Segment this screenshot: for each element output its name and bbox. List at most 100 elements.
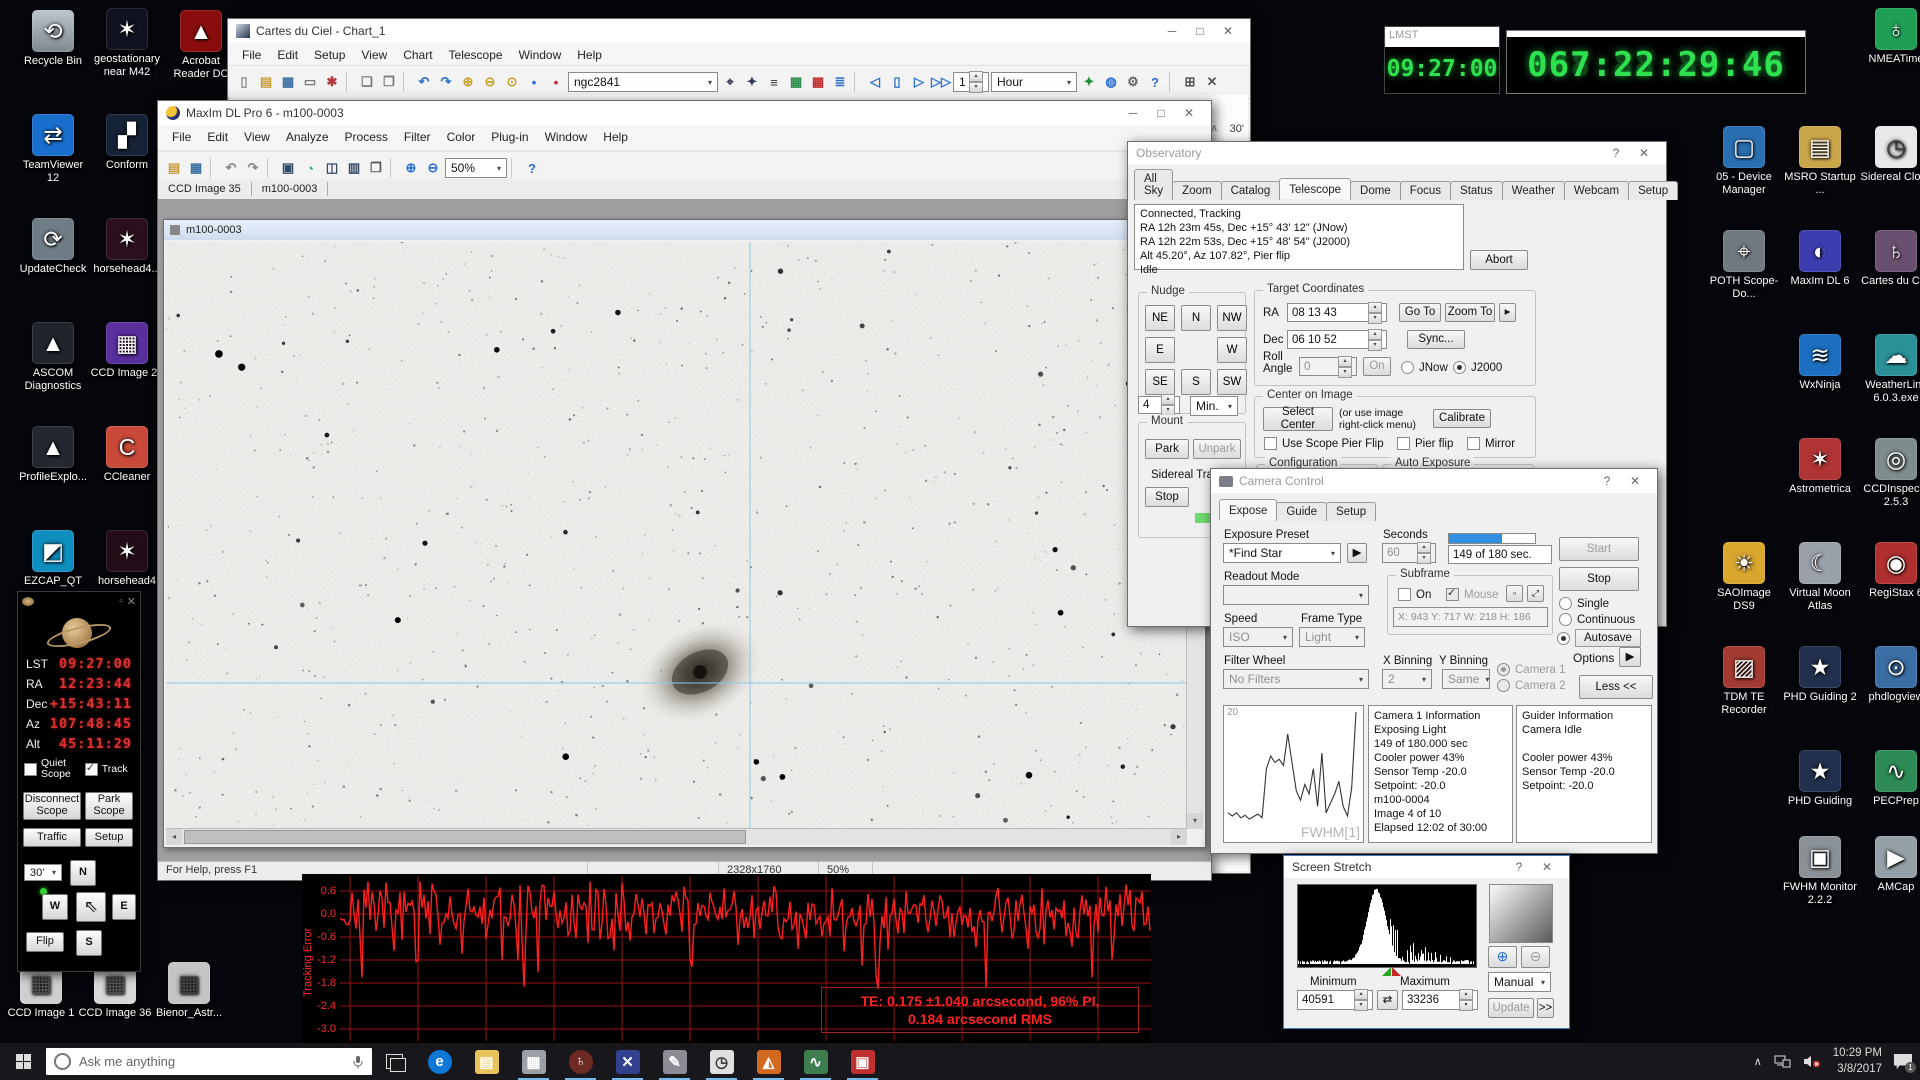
menu-telescope[interactable]: Telescope	[441, 46, 511, 64]
chevron-down-icon[interactable]: ▾	[1061, 78, 1071, 87]
panel-left-icon[interactable]: ❏	[357, 72, 377, 92]
zoom-select[interactable]: 50% ▾	[445, 158, 507, 178]
config-icon[interactable]: ⚙	[1123, 72, 1143, 92]
nudge-unit-select[interactable]: Min. ▾	[1190, 396, 1238, 416]
desktop-icon-profileexplo[interactable]: ▲ProfileExplo...	[16, 426, 90, 484]
minimize-button[interactable]: ─	[1158, 24, 1186, 38]
speed-select[interactable]: ISO▾	[1223, 627, 1293, 647]
taskbar-app-pecprep[interactable]: ∿	[792, 1043, 839, 1080]
tab-status[interactable]: Status	[1450, 181, 1503, 200]
dec-spinner[interactable]: ▴▾	[1368, 329, 1382, 351]
task-view-button[interactable]	[372, 1043, 416, 1080]
desktop-icon-phd-guiding[interactable]: ★PHD Guiding	[1783, 750, 1857, 808]
help-button[interactable]: ?	[1602, 146, 1630, 160]
histogram[interactable]	[1297, 884, 1477, 968]
ra-spinner[interactable]: ▴▾	[1368, 302, 1382, 324]
unpark-button[interactable]: Unpark	[1193, 439, 1241, 459]
tab-weather[interactable]: Weather	[1502, 181, 1565, 200]
desktop-icon-phdlogview[interactable]: ⊙phdlogview	[1859, 646, 1920, 704]
save-icon[interactable]: ▦	[278, 72, 298, 92]
menu-window[interactable]: Window	[511, 46, 570, 64]
close-button[interactable]: ✕	[1621, 474, 1649, 488]
options-expand-button[interactable]: ▶	[1619, 647, 1641, 667]
time-unit-select[interactable]: Hour ▾	[991, 72, 1077, 92]
desktop-icon-phd-guiding-2[interactable]: ★PHD Guiding 2	[1783, 646, 1857, 704]
swap-button[interactable]: ⇄	[1377, 990, 1398, 1010]
disconnect-scope-button[interactable]: Disconnect Scope	[23, 792, 81, 820]
calibrate-button[interactable]: Calibrate	[1433, 409, 1491, 428]
desktop-icon-virtual-moon-atlas[interactable]: ☾Virtual Moon Atlas	[1783, 542, 1857, 613]
image-tab[interactable]: m100-0003	[252, 182, 329, 196]
desktop-icon-teamviewer-12[interactable]: ⇄TeamViewer 12	[16, 114, 90, 185]
ephemerides-icon[interactable]: ≣	[830, 72, 850, 92]
stop-button[interactable]: Stop	[1559, 567, 1639, 591]
screen-stretch-titlebar[interactable]: Screen Stretch ? ✕	[1284, 856, 1569, 878]
desktop-icon-weatherlink-6-0-3-exe[interactable]: ☁WeatherLink 6.0.3.exe	[1859, 334, 1920, 405]
histogram-max-marker[interactable]	[1392, 967, 1401, 976]
slew-south-button[interactable]: S	[76, 930, 102, 956]
scope-panel-titlebar[interactable]: ▫ ✕	[18, 592, 140, 610]
observatory-titlebar[interactable]: Observatory ? ✕	[1128, 142, 1666, 164]
nudge-w-button[interactable]: W	[1217, 337, 1247, 363]
undo-icon[interactable]: ↶	[221, 158, 241, 178]
x-binning-select[interactable]: 2▾	[1382, 669, 1432, 689]
nudge-rate-field[interactable]: 4 ▴▾	[1138, 396, 1180, 414]
menu-analyze[interactable]: Analyze	[278, 128, 337, 146]
tab-telescope[interactable]: Telescope	[1279, 178, 1351, 199]
less-button[interactable]: Less <<	[1579, 675, 1653, 699]
chevron-down-icon[interactable]: ▾	[491, 164, 501, 173]
dual-view-icon[interactable]: ◫	[322, 158, 342, 178]
object-list-icon[interactable]: ≡	[764, 72, 784, 92]
zoomto-button[interactable]: Zoom To	[1445, 303, 1495, 322]
redo-icon[interactable]: ↷	[436, 72, 456, 92]
roll-spinner[interactable]: ▴▾	[1338, 356, 1352, 378]
help-button[interactable]: ?	[1505, 860, 1533, 874]
tray-clock[interactable]: 10:29 PM 3/8/2017	[1833, 1046, 1882, 1077]
scroll-right-icon[interactable]: ▸	[1171, 829, 1187, 845]
step-spinner[interactable]: ▴▾	[969, 71, 983, 93]
finder-grid-icon[interactable]: ▦	[786, 72, 806, 92]
time-back-icon[interactable]: ◁	[865, 72, 885, 92]
zoom-in-icon[interactable]: ⊕	[401, 158, 421, 178]
maximize-button[interactable]: □	[1147, 106, 1175, 120]
desktop-icon-horsehead4[interactable]: ✶horsehead4	[90, 530, 164, 588]
subframe-mouse-checkbox[interactable]: Mouse	[1446, 588, 1499, 601]
slew-north-button[interactable]: N	[70, 860, 96, 886]
jnow-radio[interactable]: JNow	[1401, 361, 1448, 374]
zoom-out-icon[interactable]: ⊖	[480, 72, 500, 92]
camera2-radio[interactable]: Camera 2	[1497, 679, 1566, 692]
roll-angle-field[interactable]: 0 ▴▾	[1299, 357, 1357, 376]
taskbar-app-editor[interactable]: ✎	[651, 1043, 698, 1080]
menu-color[interactable]: Color	[439, 128, 484, 146]
galaxy-image[interactable]	[166, 242, 1187, 829]
desktop-icon-cartes-du-ciel[interactable]: ♄Cartes du Ciel	[1859, 230, 1920, 288]
tab-zoom[interactable]: Zoom	[1172, 181, 1221, 200]
taskbar-app-cartes-du-ciel[interactable]: ♄	[557, 1043, 604, 1080]
desktop-icon-ascom-diagnostics[interactable]: ▲ASCOM Diagnostics	[16, 322, 90, 393]
target-dec-field[interactable]: 06 10 52 ▴▾	[1287, 330, 1387, 349]
start-button[interactable]	[0, 1043, 46, 1080]
menu-edit[interactable]: Edit	[199, 128, 236, 146]
calendar-icon[interactable]: ▦	[808, 72, 828, 92]
time-step-value[interactable]: 1 ▴▾	[953, 72, 989, 92]
tab-catalog[interactable]: Catalog	[1221, 181, 1281, 200]
slew-center-button[interactable]: ⇖	[76, 892, 106, 922]
chart-settings-icon[interactable]: ✱	[322, 72, 342, 92]
traffic-button[interactable]: Traffic	[23, 828, 81, 847]
desktop-icon-poth-scope-do[interactable]: ⌖POTH Scope-Do...	[1707, 230, 1781, 301]
tab-expose[interactable]: Expose	[1219, 499, 1277, 520]
menu-process[interactable]: Process	[337, 128, 396, 146]
desktop-icon-ezcap-qt[interactable]: ◩EZCAP_QT	[16, 530, 90, 588]
scope-setup-button[interactable]: Setup	[85, 828, 133, 847]
autosave-button[interactable]: Autosave	[1575, 629, 1641, 647]
tab-all-sky[interactable]: All Sky	[1134, 169, 1173, 200]
help-button[interactable]: ?	[1593, 474, 1621, 488]
desktop-icon-fwhm-monitor-2-2-2[interactable]: ▣FWHM Monitor 2.2.2	[1783, 836, 1857, 907]
menu-help[interactable]: Help	[595, 128, 636, 146]
goto-button[interactable]: Go To	[1399, 303, 1441, 322]
menu-setup[interactable]: Setup	[306, 46, 353, 64]
chevron-down-icon[interactable]: ▾	[1535, 978, 1545, 987]
desktop-icon-ccd-image-28[interactable]: ▦CCD Image 28	[90, 322, 164, 380]
image-window-titlebar[interactable]: m100-0003 ─ ❐	[164, 220, 1205, 240]
observer-icon[interactable]: ✦	[1079, 72, 1099, 92]
